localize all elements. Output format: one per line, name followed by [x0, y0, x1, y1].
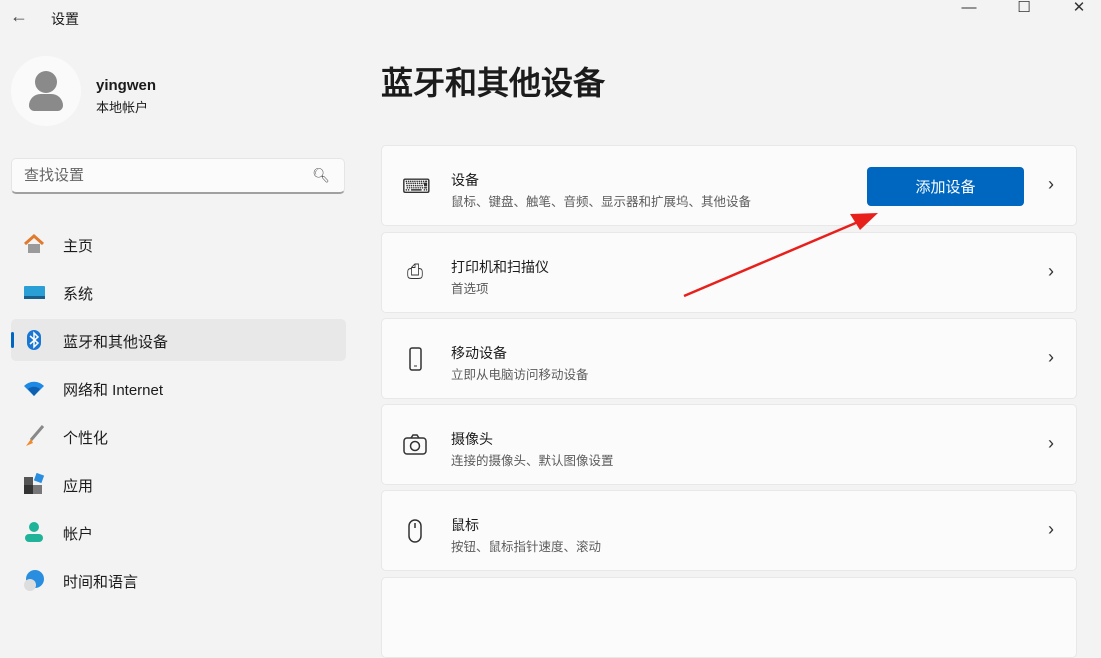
annotation-arrow [0, 0, 1101, 594]
